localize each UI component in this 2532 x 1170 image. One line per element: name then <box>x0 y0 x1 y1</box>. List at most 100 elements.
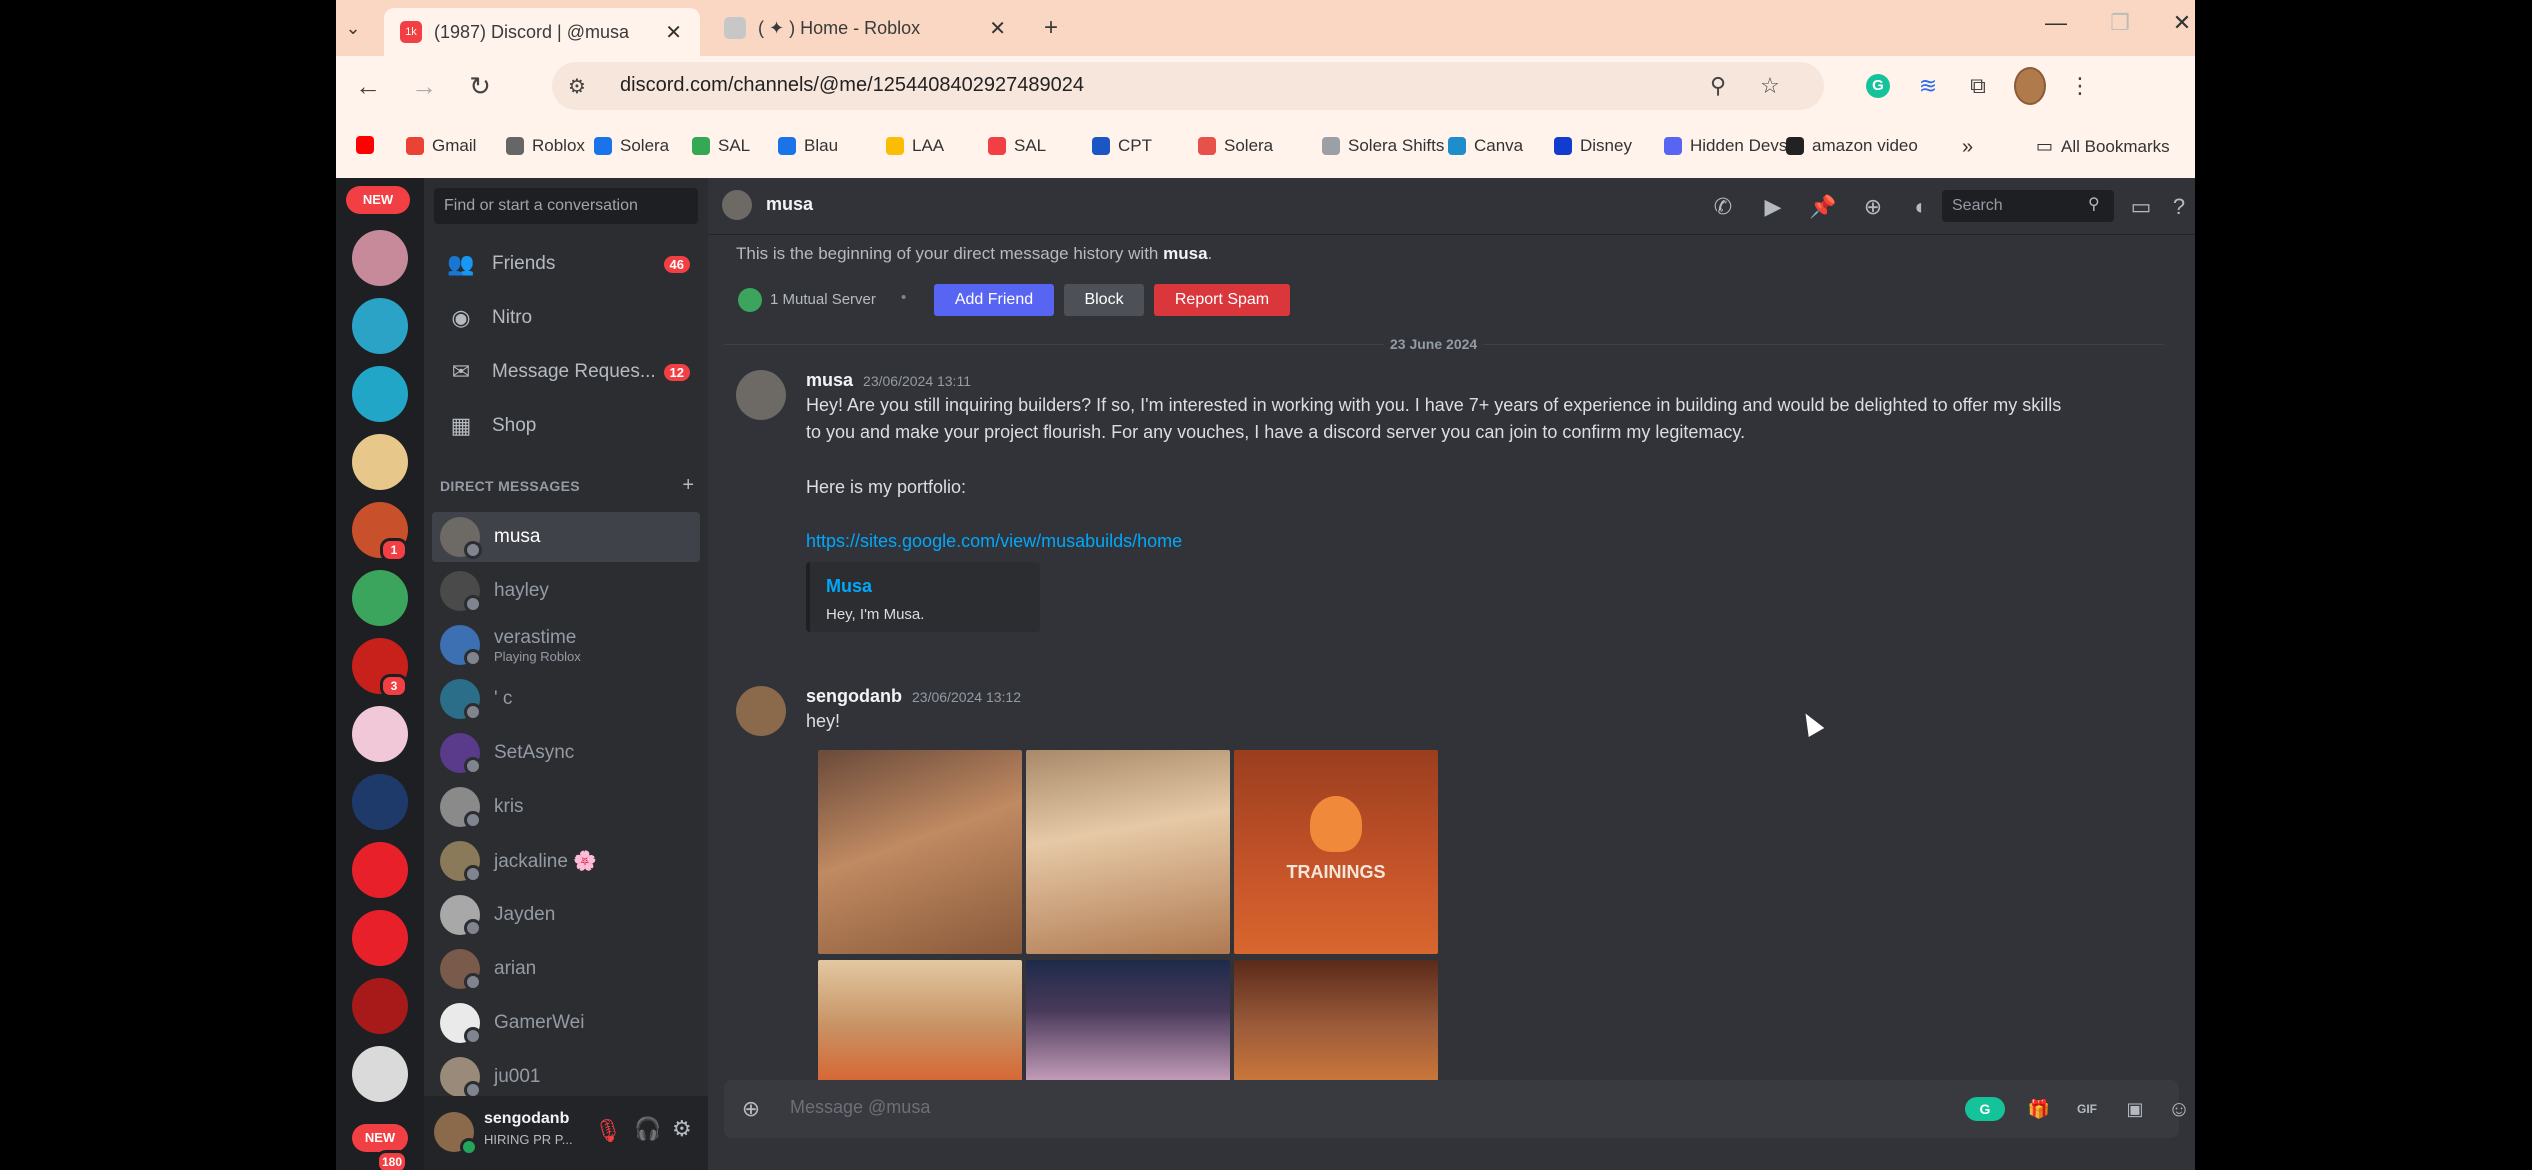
bookmark-item[interactable]: amazon video <box>1786 136 1918 156</box>
attachment-image[interactable] <box>818 960 1022 1088</box>
url-text[interactable]: discord.com/channels/@me/125440840292748… <box>620 74 1084 97</box>
sidebar-item-envelope[interactable]: ✉ Message Reques... 12 <box>432 348 700 396</box>
author-name[interactable]: musa <box>806 370 853 390</box>
avatar[interactable] <box>722 190 752 220</box>
dm-item[interactable]: ' c <box>432 674 700 724</box>
close-window-icon[interactable]: ✕ <box>2162 10 2195 36</box>
dm-item[interactable]: SetAsync <box>432 728 700 778</box>
bookmark-item[interactable]: Gmail <box>406 136 476 156</box>
dm-item[interactable]: GamerWei <box>432 998 700 1048</box>
server-icon[interactable] <box>352 842 408 898</box>
grammarly-icon[interactable]: G <box>1862 70 1894 102</box>
emoji-icon[interactable]: ☺ <box>2164 1094 2194 1124</box>
server-icon[interactable] <box>352 706 408 762</box>
attachment-image[interactable] <box>1234 960 1438 1088</box>
bookmark-item[interactable]: SAL <box>988 136 1046 156</box>
youtube-bookmark[interactable] <box>356 136 382 154</box>
author-name[interactable]: sengodanb <box>806 686 902 706</box>
inbox-icon[interactable]: ▭ <box>2126 192 2156 222</box>
server-icon[interactable] <box>352 298 408 354</box>
create-dm-plus-icon[interactable]: + <box>682 474 694 497</box>
attachment-image[interactable] <box>1026 960 1230 1088</box>
server-icon[interactable] <box>352 1046 408 1102</box>
dm-item[interactable]: arian <box>432 944 700 994</box>
attachment-image[interactable]: TRAININGS <box>1234 750 1438 954</box>
sidebar-item-nitro[interactable]: ◉ Nitro <box>432 294 700 342</box>
bookmark-item[interactable]: Solera Shifts <box>1322 136 1444 156</box>
tab-search-chevron-icon[interactable]: ⌄ <box>344 8 362 48</box>
profile-avatar[interactable] <box>2014 67 2046 105</box>
server-icon[interactable] <box>352 434 408 490</box>
find-conversation-input[interactable]: Find or start a conversation <box>434 188 698 224</box>
server-icon[interactable] <box>352 910 408 966</box>
dm-item[interactable]: kris <box>432 782 700 832</box>
close-tab-icon[interactable]: ✕ <box>665 20 682 45</box>
sidebar-item-friends[interactable]: 👥 Friends 46 <box>432 240 700 288</box>
extensions-puzzle-icon[interactable]: ⧉ <box>1962 70 1994 102</box>
avatar[interactable] <box>736 686 786 736</box>
zoom-icon[interactable]: ⚲ <box>1702 70 1734 102</box>
dm-item[interactable]: ju001 <box>432 1052 700 1102</box>
tab-discord[interactable]: 1k (1987) Discord | @musa ✕ <box>384 8 700 56</box>
server-icon[interactable] <box>352 978 408 1034</box>
dm-item[interactable]: hayley <box>432 566 700 616</box>
add-friend-button[interactable]: Add Friend <box>934 284 1054 316</box>
browser-menu-icon[interactable]: ⋮ <box>2064 70 2096 102</box>
dm-item[interactable]: jackaline 🌸 <box>432 836 700 886</box>
sidebar-item-shop[interactable]: ▦ Shop <box>432 402 700 450</box>
back-arrow-icon[interactable]: ← <box>350 68 386 104</box>
headphones-icon[interactable]: 🎧 <box>634 1116 661 1142</box>
block-button[interactable]: Block <box>1064 284 1144 316</box>
avatar[interactable] <box>736 370 786 420</box>
extension-wave-icon[interactable]: ≋ <box>1912 70 1944 102</box>
server-icon[interactable] <box>352 774 408 830</box>
dm-item[interactable]: verastime Playing Roblox <box>432 620 700 670</box>
server-icon[interactable] <box>352 230 408 286</box>
bookmark-item[interactable]: Solera <box>1198 136 1273 156</box>
embed-title[interactable]: Musa <box>826 576 872 597</box>
pin-icon[interactable]: 📌 <box>1808 192 1838 222</box>
bookmark-item[interactable]: SAL <box>692 136 750 156</box>
report-spam-button[interactable]: Report Spam <box>1154 284 1290 316</box>
server-icon[interactable] <box>352 366 408 422</box>
bookmark-item[interactable]: Hidden Devs <box>1664 136 1787 156</box>
upload-plus-icon[interactable]: ⊕ <box>736 1094 766 1124</box>
gif-icon[interactable]: GIF <box>2072 1094 2102 1124</box>
help-icon[interactable]: ? <box>2164 192 2194 222</box>
message-input[interactable]: Message @musa <box>790 1097 930 1118</box>
bookmark-item[interactable]: CPT <box>1092 136 1152 156</box>
reload-icon[interactable]: ↻ <box>462 68 498 104</box>
forward-arrow-icon[interactable]: → <box>406 68 442 104</box>
minimize-icon[interactable]: — <box>2036 10 2076 36</box>
add-friends-icon[interactable]: ⊕ <box>1858 192 1888 222</box>
sticker-icon[interactable]: ▣ <box>2120 1094 2150 1124</box>
bookmark-item[interactable]: Canva <box>1448 136 1523 156</box>
close-tab-icon[interactable]: ✕ <box>989 16 1006 41</box>
profile-icon[interactable]: ◐ <box>1906 192 1936 222</box>
bookmark-item[interactable]: Roblox <box>506 136 585 156</box>
bookmark-item[interactable]: LAA <box>886 136 944 156</box>
site-settings-icon[interactable]: ⚙ <box>568 74 586 99</box>
tab-roblox[interactable]: ( ✦ ) Home - Roblox ✕ <box>708 8 1024 48</box>
more-bookmarks-button[interactable]: » <box>1962 136 1973 159</box>
new-tab-icon[interactable]: + <box>1036 8 1066 48</box>
gift-icon[interactable]: 🎁 <box>2024 1094 2054 1124</box>
video-call-icon[interactable]: ▶ <box>1758 192 1788 222</box>
attachment-image[interactable] <box>818 750 1022 954</box>
dm-item[interactable]: musa <box>432 512 700 562</box>
voice-call-icon[interactable]: ✆ <box>1708 192 1738 222</box>
server-icon[interactable] <box>352 570 408 626</box>
restore-icon[interactable]: ❐ <box>2100 10 2140 36</box>
bookmark-item[interactable]: Solera <box>594 136 669 156</box>
portfolio-link[interactable]: https://sites.google.com/view/musabuilds… <box>806 528 1182 555</box>
settings-gear-icon[interactable]: ⚙ <box>672 1116 692 1142</box>
grammarly-icon[interactable]: G <box>1960 1094 2010 1124</box>
bookmark-item[interactable]: Disney <box>1554 136 1632 156</box>
dm-item[interactable]: Jayden <box>432 890 700 940</box>
bookmark-star-icon[interactable]: ☆ <box>1754 70 1786 102</box>
attachment-image[interactable] <box>1026 750 1230 954</box>
mute-mic-icon[interactable]: 🎙 <box>594 1118 622 1144</box>
all-bookmarks-button[interactable]: ▭ All Bookmarks <box>2036 136 2170 157</box>
mutual-servers-link[interactable]: 1 Mutual Server <box>770 291 876 308</box>
bookmark-item[interactable]: Blau <box>778 136 838 156</box>
